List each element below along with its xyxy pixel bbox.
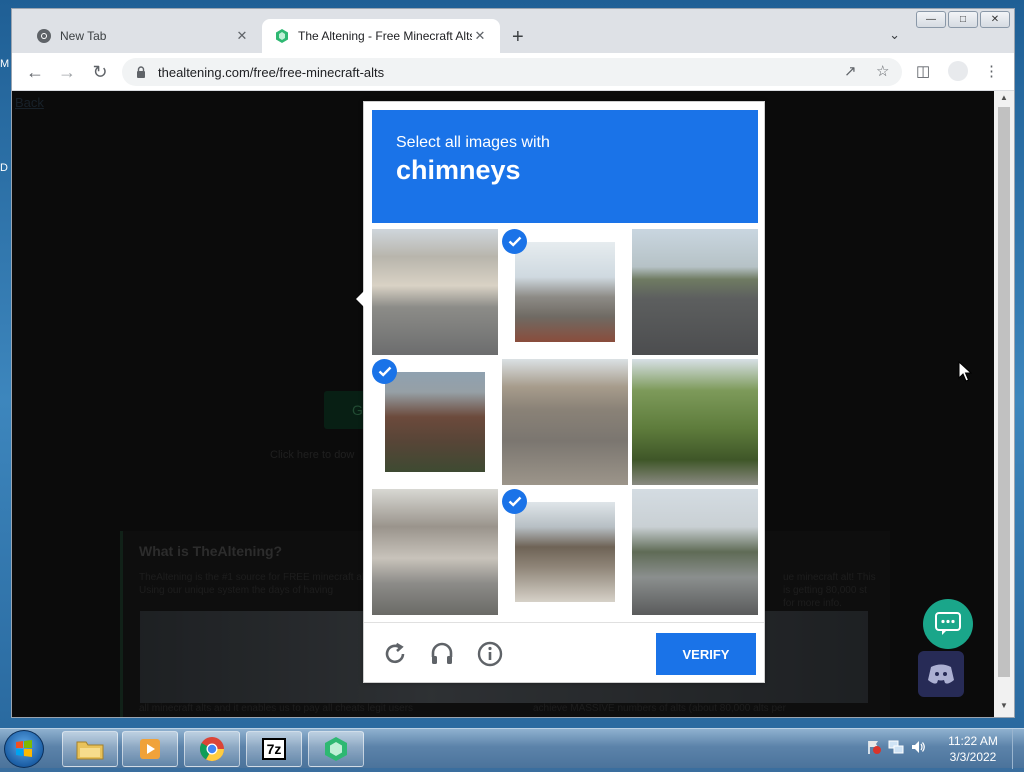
- tab-title: New Tab: [60, 29, 107, 43]
- side-panel-icon[interactable]: ◫: [916, 62, 930, 80]
- taskbar: 7z 11:22 AM 3/3/2022: [0, 728, 1024, 769]
- clock-time: 11:22 AM: [948, 734, 998, 748]
- mouse-cursor-icon: [958, 361, 972, 382]
- captcha-tile[interactable]: [502, 359, 628, 485]
- address-bar[interactable]: thealtening.com/free/free-minecraft-alts: [122, 58, 902, 86]
- captcha-header: Select all images with chimneys: [372, 110, 758, 223]
- profile-avatar-icon[interactable]: [948, 61, 968, 81]
- taskbar-explorer[interactable]: [62, 731, 118, 767]
- clock-date: 3/3/2022: [949, 750, 997, 764]
- discord-icon: [928, 664, 954, 684]
- captcha-tile[interactable]: [632, 359, 758, 485]
- checkmark-icon: [372, 359, 397, 384]
- tab-altening[interactable]: The Altening - Free Minecraft Alts ✕: [262, 19, 500, 53]
- checkmark-icon: [502, 229, 527, 254]
- lock-icon: [137, 66, 145, 78]
- tab-strip: New Tab ✕ The Altening - Free Minecraft …: [12, 19, 1014, 53]
- chrome-icon: [199, 737, 224, 762]
- bookmark-star-icon[interactable]: ☆: [876, 62, 889, 80]
- captcha-tile[interactable]: [372, 229, 498, 355]
- scroll-down-arrow-icon[interactable]: ▼: [994, 701, 1014, 715]
- taskbar-chrome[interactable]: [184, 731, 240, 767]
- captcha-target-word: chimneys: [396, 155, 521, 185]
- folder-icon: [76, 741, 104, 760]
- checkmark-icon: [502, 489, 527, 514]
- taskbar-media-player[interactable]: [122, 731, 178, 767]
- close-tab-icon[interactable]: ✕: [472, 28, 488, 44]
- altening-logo-icon: [276, 29, 288, 43]
- discord-button[interactable]: [918, 651, 964, 697]
- captcha-tile[interactable]: [632, 489, 758, 615]
- captcha-tile[interactable]: [372, 489, 498, 615]
- share-icon[interactable]: ↗: [844, 62, 857, 80]
- verify-button[interactable]: VERIFY: [656, 633, 756, 675]
- scroll-up-arrow-icon[interactable]: ▲: [994, 93, 1014, 107]
- tab-new-tab[interactable]: New Tab ✕: [24, 19, 262, 53]
- captcha-image-grid: [372, 229, 758, 615]
- captcha-tile[interactable]: [632, 229, 758, 355]
- reload-challenge-icon[interactable]: [382, 641, 408, 667]
- captcha-tile-selected[interactable]: [372, 359, 498, 485]
- system-tray: [866, 739, 926, 755]
- page-scrollbar[interactable]: ▲ ▼: [994, 91, 1014, 717]
- reload-icon[interactable]: ↻: [89, 61, 111, 83]
- menu-dots-icon[interactable]: ⋮: [984, 62, 999, 80]
- tab-title: The Altening - Free Minecraft Alts: [298, 29, 472, 43]
- altening-logo-icon: [325, 737, 347, 761]
- chat-button[interactable]: [923, 599, 973, 649]
- tab-search-chevron-icon[interactable]: ⌄: [889, 27, 900, 43]
- dialog-caret: [356, 290, 365, 308]
- captcha-dialog: Select all images with chimneys VERIFY: [356, 101, 765, 683]
- captcha-tile-selected[interactable]: [502, 229, 628, 355]
- close-tab-icon[interactable]: ✕: [234, 28, 250, 44]
- browser-window: — □ ✕ New Tab ✕ The Altening - Free Mine…: [11, 8, 1015, 718]
- scroll-thumb[interactable]: [998, 107, 1010, 677]
- back-arrow-icon[interactable]: ←: [24, 61, 46, 83]
- chat-bubble-icon: [935, 612, 961, 635]
- captcha-footer: VERIFY: [364, 622, 764, 682]
- captcha-tile-selected[interactable]: [502, 489, 628, 615]
- taskbar-7zip[interactable]: 7z: [246, 731, 302, 767]
- start-button[interactable]: [4, 730, 44, 768]
- system-clock[interactable]: 11:22 AM 3/3/2022: [938, 733, 1008, 765]
- audio-challenge-headphones-icon[interactable]: [429, 641, 455, 667]
- volume-icon[interactable]: [910, 739, 926, 755]
- chrome-icon: [37, 29, 51, 43]
- url-text: thealtening.com/free/free-minecraft-alts: [158, 64, 385, 80]
- action-center-flag-icon[interactable]: [866, 739, 882, 755]
- windows-logo-icon: [16, 740, 32, 757]
- captcha-prompt: Select all images with: [396, 134, 550, 151]
- network-icon[interactable]: [888, 739, 904, 755]
- show-desktop-button[interactable]: [1012, 729, 1024, 769]
- info-icon[interactable]: [477, 641, 503, 667]
- taskbar-altening[interactable]: [308, 731, 364, 767]
- web-page: Back G Click here to dow What is TheAlte…: [12, 91, 994, 717]
- media-player-icon: [140, 739, 160, 759]
- browser-toolbar: ← → ↻ thealtening.com/free/free-minecraf…: [12, 53, 1014, 91]
- forward-arrow-icon[interactable]: →: [56, 61, 78, 83]
- new-tab-icon[interactable]: +: [512, 26, 524, 49]
- 7zip-icon: 7z: [261, 738, 287, 760]
